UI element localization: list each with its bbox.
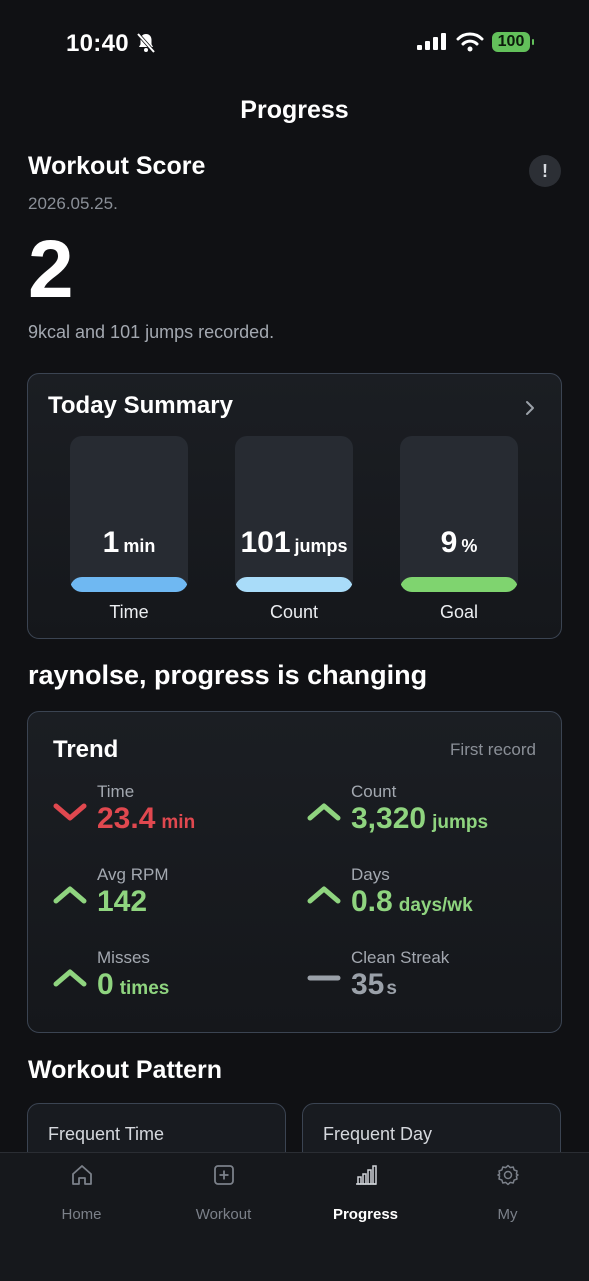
summary-label-goal: Goal bbox=[439, 602, 479, 622]
bar-chart-icon bbox=[355, 1165, 377, 1185]
score-description: 9kcal and 101 jumps recorded. bbox=[28, 322, 275, 342]
trend-card: Trend First record Time 23.4 min Count 3,… bbox=[27, 711, 562, 1033]
score-title: Workout Score bbox=[28, 152, 206, 180]
trend-metric-days: Days 0.8 days/wk bbox=[307, 865, 547, 935]
summary-value-goal: 9% bbox=[440, 526, 478, 559]
bell-muted-icon bbox=[136, 32, 156, 54]
summary-label-time: Time bbox=[109, 602, 149, 622]
first-record-label: First record bbox=[450, 740, 536, 759]
trend-metric-clean-streak: Clean Streak 35 s bbox=[307, 948, 547, 1018]
trend-title: Trend bbox=[53, 736, 119, 763]
plus-square-icon bbox=[213, 1165, 234, 1185]
tab-home[interactable]: Home bbox=[8, 1153, 155, 1243]
score-value: 2 bbox=[28, 224, 74, 315]
wifi-icon bbox=[456, 32, 484, 52]
chevron-right-icon bbox=[526, 401, 534, 415]
summary-bar-goal: 9% bbox=[400, 436, 518, 592]
chevron-down-icon bbox=[53, 803, 87, 821]
battery-indicator: 100 bbox=[492, 32, 534, 52]
score-date: 2026.05.25. bbox=[28, 194, 118, 213]
summary-label-count: Count bbox=[269, 602, 319, 622]
summary-fill-time bbox=[70, 577, 188, 592]
chevron-up-icon bbox=[53, 886, 87, 904]
trend-metric-time: Time 23.4 min bbox=[53, 782, 293, 852]
frequent-time-label: Frequent Time bbox=[48, 1124, 165, 1144]
summary-fill-count bbox=[235, 577, 353, 592]
workout-pattern-title: Workout Pattern bbox=[28, 1056, 222, 1084]
summary-fill-goal bbox=[400, 577, 518, 592]
summary-title: Today Summary bbox=[48, 392, 233, 419]
progress-headline: raynolse, progress is changing bbox=[28, 660, 428, 690]
gear-icon bbox=[496, 1164, 519, 1186]
summary-value-time: 1 min bbox=[102, 526, 156, 559]
trend-metric-misses: Misses 0 times bbox=[53, 948, 293, 1018]
summary-bar-time: 1 min bbox=[70, 436, 188, 592]
status-time: 10:40 bbox=[66, 30, 129, 57]
bottom-tab-bar: Home Workout Progress My bbox=[0, 1152, 589, 1281]
trend-metric-avg-rpm: Avg RPM 142 bbox=[53, 865, 293, 935]
frequent-day-label: Frequent Day bbox=[323, 1124, 433, 1144]
trend-metric-count: Count 3,320 jumps bbox=[307, 782, 547, 852]
today-summary-card[interactable]: Today Summary 1 min Time 101 jumps Count 9… bbox=[27, 373, 562, 639]
status-bar: 10:40 100 bbox=[0, 0, 589, 88]
chevron-up-icon bbox=[307, 803, 341, 821]
chevron-up-icon bbox=[307, 886, 341, 904]
summary-value-count: 101 jumps bbox=[240, 526, 348, 559]
chevron-up-icon bbox=[53, 969, 87, 987]
tab-progress[interactable]: Progress bbox=[292, 1153, 439, 1243]
page-title: Progress bbox=[240, 96, 349, 124]
dash-icon bbox=[307, 975, 341, 981]
summary-bar-count: 101 jumps bbox=[235, 436, 353, 592]
home-icon bbox=[71, 1165, 92, 1185]
tab-workout[interactable]: Workout bbox=[150, 1153, 297, 1243]
info-button[interactable]: ! bbox=[529, 155, 561, 187]
cellular-signal-icon bbox=[417, 33, 446, 50]
tab-my[interactable]: My bbox=[434, 1153, 581, 1243]
